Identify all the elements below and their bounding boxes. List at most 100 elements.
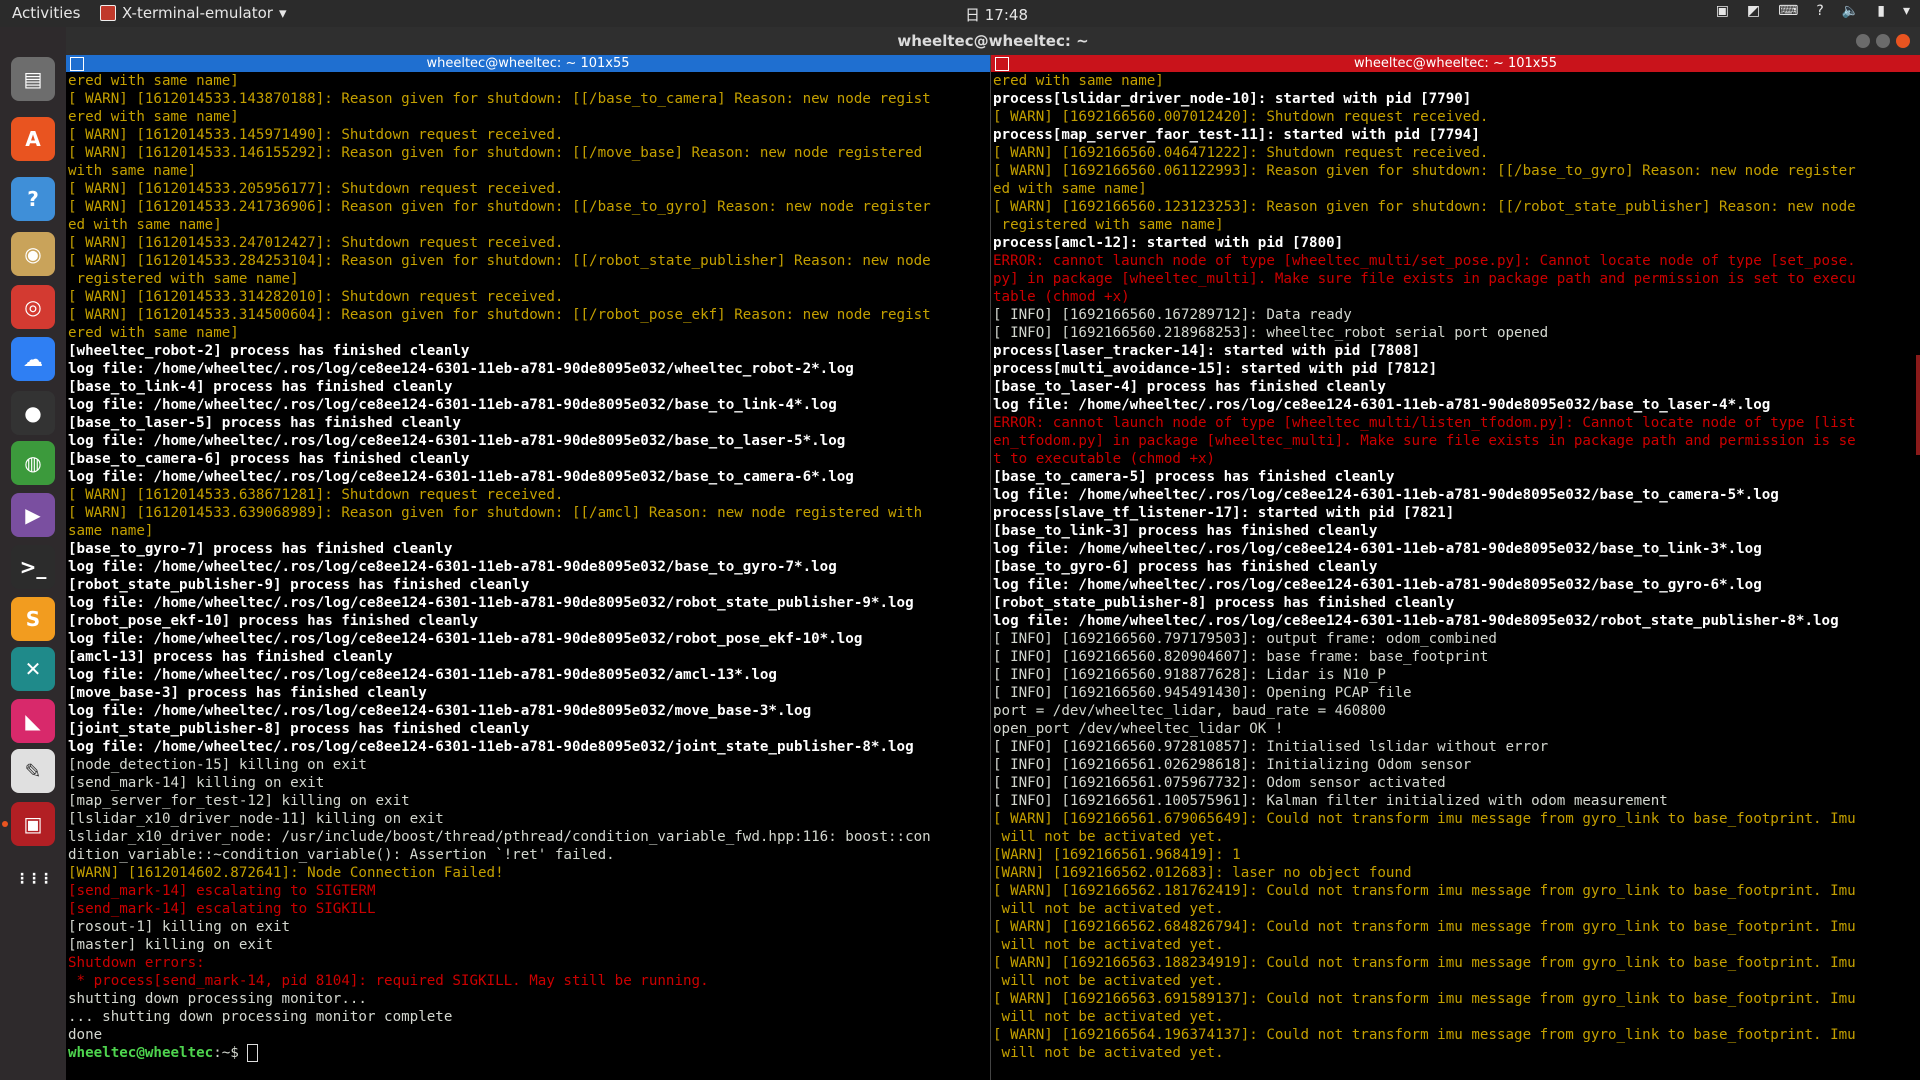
- software-center-icon[interactable]: A: [11, 117, 55, 161]
- terminal-line: [send_mark-14] killing on exit: [68, 775, 325, 791]
- terminal-line: [ WARN] [1612014533.638671281]: Shutdown…: [68, 487, 564, 503]
- left-terminal-output[interactable]: ered with same name] [ WARN] [1612014533.…: [68, 72, 984, 1080]
- terminal-line: log file: /home/wheeltec/.ros/log/ce8ee1…: [68, 667, 777, 683]
- right-terminal-output[interactable]: ered with same name] process[lslidar_driv…: [993, 72, 1914, 1080]
- terminal-line: [ WARN] [1692166560.061122993]: Reason g…: [993, 163, 1856, 179]
- vnc-viewer-icon[interactable]: ✕: [11, 647, 55, 691]
- battery-icon[interactable]: ▮: [1877, 3, 1885, 19]
- scrollbar[interactable]: [1916, 355, 1920, 455]
- files-icon[interactable]: ▤: [11, 57, 55, 101]
- terminal-line: ered with same name]: [68, 109, 239, 125]
- terminal-icon[interactable]: >_: [11, 545, 55, 589]
- help-tray-icon[interactable]: ?: [1816, 3, 1823, 19]
- activities-button[interactable]: Activities: [12, 4, 80, 22]
- pane-menu-icon[interactable]: [70, 57, 84, 71]
- terminal-line: port = /dev/wheeltec_lidar, baud_rate = …: [993, 703, 1386, 719]
- x-terminal-emulator-icon[interactable]: ▣: [11, 802, 55, 846]
- window-title-bar[interactable]: wheeltec@wheeltec: ~: [66, 27, 1920, 55]
- terminal-line: [ INFO] [1692166560.918877628]: Lidar is…: [993, 667, 1386, 683]
- terminal-line: [ INFO] [1692166560.167289712]: Data rea…: [993, 307, 1352, 323]
- terminal-line: [ WARN] [1612014533.205956177]: Shutdown…: [68, 181, 564, 197]
- terminal-line: [ INFO] [1692166560.218968253]: wheeltec…: [993, 325, 1549, 341]
- right-pane-title: wheeltec@wheeltec: ~ 101x55: [1353, 56, 1558, 71]
- window-title: wheeltec@wheeltec: ~: [897, 32, 1089, 50]
- close-icon[interactable]: [1896, 34, 1910, 48]
- terminal-line: [ WARN] [1612014533.241736906]: Reason g…: [68, 199, 931, 215]
- terminal-line: log file: /home/wheeltec/.ros/log/ce8ee1…: [68, 703, 812, 719]
- left-pane-title-bar[interactable]: wheeltec@wheeltec: ~ 101x55: [66, 55, 990, 72]
- terminal-line: [robot_state_publisher-9] process has fi…: [68, 577, 530, 593]
- terminal-line: [send_mark-14] escalating to SIGKILL: [68, 901, 376, 917]
- minimize-icon[interactable]: [1856, 34, 1870, 48]
- right-pane-title-bar[interactable]: wheeltec@wheeltec: ~ 101x55: [991, 55, 1920, 72]
- right-terminal-pane[interactable]: wheeltec@wheeltec: ~ 101x55 ered with sa…: [991, 55, 1920, 1080]
- terminal-line: will not be activated yet.: [993, 973, 1224, 989]
- netease-music-icon[interactable]: ◎: [11, 285, 55, 329]
- terminal-line: registered with same name]: [68, 271, 299, 287]
- screen-share-icon[interactable]: ◩: [1747, 3, 1760, 19]
- prompt-user: wheeltec@wheeltec: [68, 1045, 214, 1061]
- terminal-line: [base_to_link-3] process has finished cl…: [993, 523, 1378, 539]
- terminal-line: log file: /home/wheeltec/.ros/log/ce8ee1…: [993, 613, 1839, 629]
- maximize-icon[interactable]: [1876, 34, 1890, 48]
- clock[interactable]: ⽇ 17:48: [965, 4, 1028, 25]
- terminal-line: log file: /home/wheeltec/.ros/log/ce8ee1…: [68, 595, 914, 611]
- terminal-line: [ WARN] [1612014533.247012427]: Shutdown…: [68, 235, 564, 251]
- terminal-line: [ WARN] [1692166560.007012420]: Shutdown…: [993, 109, 1489, 125]
- terminal-line: log file: /home/wheeltec/.ros/log/ce8ee1…: [993, 541, 1762, 557]
- terminal-line: process[multi_avoidance-15]: started wit…: [993, 361, 1438, 377]
- pane-menu-icon[interactable]: [995, 57, 1009, 71]
- video-player-icon[interactable]: ▶: [11, 493, 55, 537]
- left-pane-title: wheeltec@wheeltec: ~ 101x55: [426, 56, 630, 71]
- terminal-line: [WARN] [1692166561.968419]: 1: [993, 847, 1241, 863]
- qq-icon[interactable]: ●: [11, 391, 55, 435]
- terminal-line: [ WARN] [1612014533.146155292]: Reason g…: [68, 145, 923, 161]
- system-tray: ▣ ◩ ⌨ ? 🔈 ▮ ▾: [1716, 3, 1910, 19]
- terminal-line: [base_to_gyro-6] process has finished cl…: [993, 559, 1378, 575]
- terminal-line: log file: /home/wheeltec/.ros/log/ce8ee1…: [993, 397, 1771, 413]
- dock: ▤ A? ◉ ◎ ☁ ● ◍ ▶ >_ S ✕ ◣ ✎ ▣ ⋮⋮⋮: [0, 27, 66, 1080]
- terminal-line: lslidar_x10_driver_node: /usr/include/bo…: [68, 829, 931, 845]
- camera-icon[interactable]: ▣: [1716, 3, 1729, 19]
- terminal-line: open_port /dev/wheeltec_lidar OK !: [993, 721, 1284, 737]
- terminal-line: [ WARN] [1612014533.145971490]: Shutdown…: [68, 127, 564, 143]
- terminal-line: [map_server_for_test-12] killing on exit: [68, 793, 410, 809]
- terminal-line: will not be activated yet.: [993, 1045, 1224, 1061]
- chrome-icon[interactable]: ◍: [11, 441, 55, 485]
- app-menu-label: X-terminal-emulator: [122, 4, 273, 22]
- terminal-line: will not be activated yet.: [993, 1009, 1224, 1025]
- terminal-line: [ INFO] [1692166561.100575961]: Kalman f…: [993, 793, 1668, 809]
- terminal-line: process[amcl-12]: started with pid [7800…: [993, 235, 1344, 251]
- left-terminal-pane[interactable]: wheeltec@wheeltec: ~ 101x55 ered with sa…: [66, 55, 990, 1080]
- terminal-line: will not be activated yet.: [993, 901, 1224, 917]
- terminal-line: process[map_server_faor_test-11]: starte…: [993, 127, 1480, 143]
- terminal-line: [base_to_laser-4] process has finished c…: [993, 379, 1386, 395]
- system-map-icon[interactable]: ◉: [11, 232, 55, 276]
- volume-icon[interactable]: 🔈: [1842, 3, 1859, 19]
- text-editor-icon[interactable]: ✎: [11, 749, 55, 793]
- terminal-line: log file: /home/wheeltec/.ros/log/ce8ee1…: [68, 433, 846, 449]
- terminal-line: [ INFO] [1692166561.075967732]: Odom sen…: [993, 775, 1446, 791]
- help-icon[interactable]: ?: [11, 177, 55, 221]
- terminal-line: process[lslidar_driver_node-10]: started…: [993, 91, 1472, 107]
- terminal-line: [base_to_gyro-7] process has finished cl…: [68, 541, 453, 557]
- terminal-line: log file: /home/wheeltec/.ros/log/ce8ee1…: [993, 487, 1779, 503]
- kazam-icon[interactable]: ◣: [11, 699, 55, 743]
- show-applications-icon[interactable]: ⋮⋮⋮: [11, 857, 55, 901]
- app-menu[interactable]: X-terminal-emulator ▾: [100, 4, 286, 22]
- terminal-line: en_tfodom.py] in package [wheeltec_multi…: [993, 433, 1856, 449]
- terminal-line: [robot_pose_ekf-10] process has finished…: [68, 613, 478, 629]
- sublime-text-icon[interactable]: S: [11, 597, 55, 641]
- chevron-down-icon: ▾: [278, 4, 287, 22]
- terminal-line: [lslidar_x10_driver_node-11] killing on …: [68, 811, 444, 827]
- keyboard-icon[interactable]: ⌨: [1778, 3, 1798, 19]
- baidu-netdisk-icon[interactable]: ☁: [11, 337, 55, 381]
- terminal-line: [base_to_camera-5] process has finished …: [993, 469, 1395, 485]
- shell-prompt[interactable]: wheeltec@wheeltec:~$: [68, 1044, 984, 1062]
- terminal-line: [ WARN] [1692166561.679065649]: Could no…: [993, 811, 1856, 827]
- terminal-line: [WARN] [1612014602.872641]: Node Connect…: [68, 865, 504, 881]
- system-menu-chevron-icon[interactable]: ▾: [1903, 3, 1910, 19]
- terminal-line: [ INFO] [1692166560.945491430]: Opening …: [993, 685, 1412, 701]
- text-cursor: [247, 1044, 259, 1062]
- terminal-line: [base_to_laser-5] process has finished c…: [68, 415, 461, 431]
